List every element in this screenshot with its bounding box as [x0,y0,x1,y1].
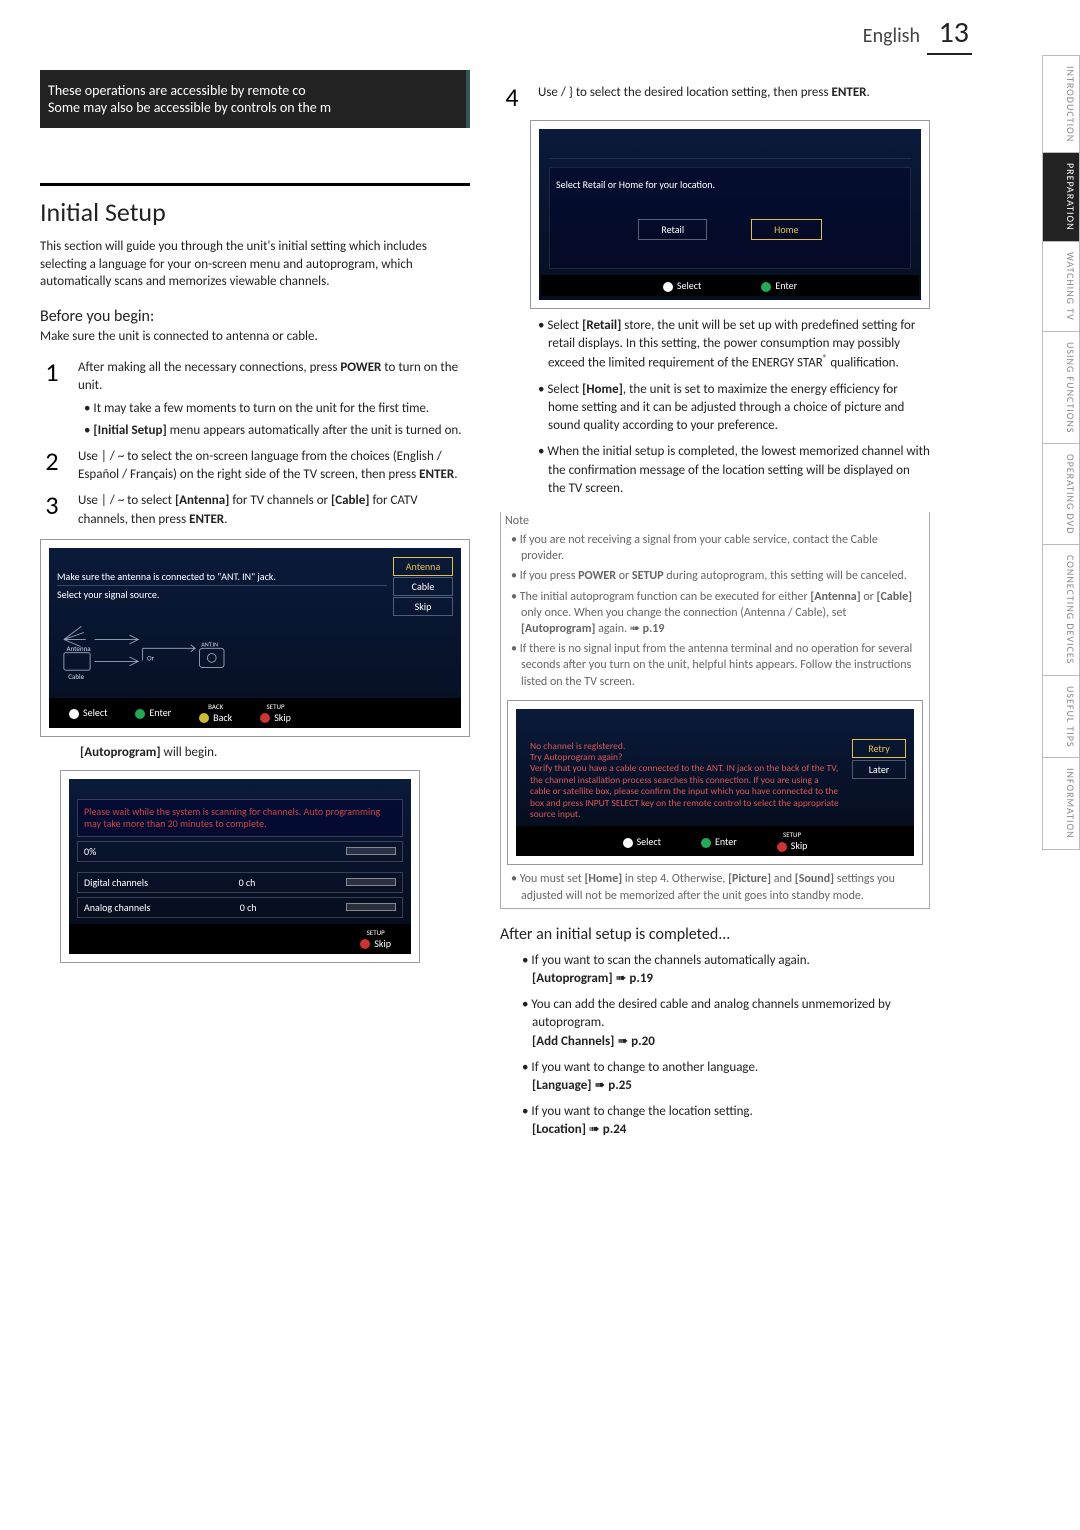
screen-retry: No channel is registered. Try Autoprogra… [507,700,923,866]
nav-enter-icon [701,838,711,848]
after-bullet-2: You can add the desired cable and analog… [514,996,930,1051]
nav-skip-icon [360,939,370,949]
option-antenna[interactable]: Antenna [393,557,453,576]
nav-enter-icon [761,282,771,292]
section-intro: This section will guide you through the … [40,238,470,291]
remote-banner: These operations are accessible by remot… [40,70,470,128]
step-1-sub1: It may take a few moments to turn on the… [78,400,470,418]
screen1-msg1: Make sure the antenna is connected to "A… [57,570,387,583]
retry-message: No channel is registered. Try Autoprogra… [530,741,840,821]
after-bullet-1: If you want to scan the channels automat… [514,952,930,988]
digital-row: Digital channels0 ch [77,872,403,893]
tab-using-functions[interactable]: USING FUNCTIONS [1042,331,1080,443]
bullet-home: Select [Home], the unit is set to maximi… [530,381,930,436]
note-end: You must set [Home] in step 4. Otherwise… [501,871,929,907]
location-heading: Select Retail or Home for your location. [556,178,904,191]
tab-useful-tips[interactable]: USEFUL TIPS [1042,675,1080,758]
arrow-icon [616,971,630,986]
step-number: 2 [40,448,64,484]
scan-progress: 0% [77,841,403,862]
after-bullet-4: If you want to change the location setti… [514,1103,930,1139]
screen1-msg2: Select your signal source. [57,585,387,601]
screen1-footer: Select Enter BACKBack SETUPSkip [49,698,461,728]
autoprogram-begin: [Autoprogram] will begin. [80,745,470,760]
option-skip[interactable]: Skip [393,597,453,616]
step-number: 4 [500,84,524,110]
note-3: The initial autoprogram function can be … [501,589,929,642]
tab-watching-tv[interactable]: WATCHING TV [1042,241,1080,331]
tab-connecting-devices[interactable]: CONNECTING DEVICES [1042,544,1080,674]
antenna-diagram: Antenna Cable Or ANT.IN [57,622,453,692]
note-2: If you press POWER or SETUP during autop… [501,568,929,588]
side-tabs: INTRODUCTION PREPARATION WATCHING TV USI… [1042,0,1080,1530]
banner-line1: These operations are accessible by remot… [48,82,458,99]
tab-preparation[interactable]: PREPARATION [1042,152,1080,241]
retry-button[interactable]: Retry [852,739,906,758]
before-heading: Before you begin: [40,307,470,326]
tab-information[interactable]: INFORMATION [1042,757,1080,850]
banner-line2: Some may also be accessible by controls … [48,99,458,116]
arrow-icon [617,1034,631,1049]
nav-select-icon [623,838,633,848]
retry-footer: Select Enter SETUPSkip [516,826,914,856]
bullet-completed: When the initial setup is completed, the… [530,443,930,498]
screen-location: Select Retail or Home for your location.… [530,120,930,309]
nav-select-icon [663,282,673,292]
nav-skip-icon [260,713,270,723]
note-4: If there is no signal input from the ant… [501,641,929,694]
scan-message: Please wait while the system is scanning… [77,799,403,837]
after-bullet-3: If you want to change to another languag… [514,1059,930,1095]
section-title: Initial Setup [40,183,470,228]
option-cable[interactable]: Cable [393,577,453,596]
page-number: 13 [927,14,972,55]
arrow-icon [630,622,643,636]
step-4-body: Use / } to select the desired location s… [538,84,930,110]
bullet-retail: Select [Retail] store, the unit will be … [530,317,930,373]
diagram-antin-label: ANT.IN [201,640,218,648]
language-label: English [863,24,920,48]
step-number: 3 [40,492,64,528]
location-footer: Select Enter [541,275,919,296]
scan-footer: SETUPSkip [69,924,411,954]
step-1-sub2: [Initial Setup] menu appears automatical… [78,422,470,440]
note-block: Note If you are not receiving a signal f… [500,512,930,909]
diagram-cable-label: Cable [68,672,84,681]
nav-back-icon [199,713,209,723]
diagram-antenna-label: Antenna [67,644,91,653]
analog-row: Analog channels0 ch [77,897,403,918]
step-2-body: Use | / ~ to select the on-screen langua… [78,448,470,484]
diagram-or-label: Or [147,653,155,662]
after-heading: After an initial setup is completed... [500,925,930,944]
step-number: 1 [40,359,64,440]
location-retail-button[interactable]: Retail [638,219,707,240]
nav-select-icon [69,709,79,719]
tab-operating-dvd[interactable]: OPERATING DVD [1042,443,1080,544]
nav-skip-icon [777,842,787,852]
nav-enter-icon [135,709,145,719]
step-3-body: Use | / ~ to select [Antenna] for TV cha… [78,492,470,528]
step-1-body: After making all the necessary connectio… [78,359,470,440]
screen-antenna-select: Make sure the antenna is connected to "A… [40,539,470,737]
note-1: If you are not receiving a signal from y… [501,532,929,568]
arrow-icon [594,1078,608,1093]
arrow-icon [589,1122,603,1137]
screen-scanning: Please wait while the system is scanning… [60,770,420,963]
before-line: Make sure the unit is connected to anten… [40,328,470,346]
later-button[interactable]: Later [852,760,906,779]
location-home-button[interactable]: Home [751,219,821,240]
tab-introduction[interactable]: INTRODUCTION [1042,55,1080,152]
note-heading: Note [501,512,929,532]
